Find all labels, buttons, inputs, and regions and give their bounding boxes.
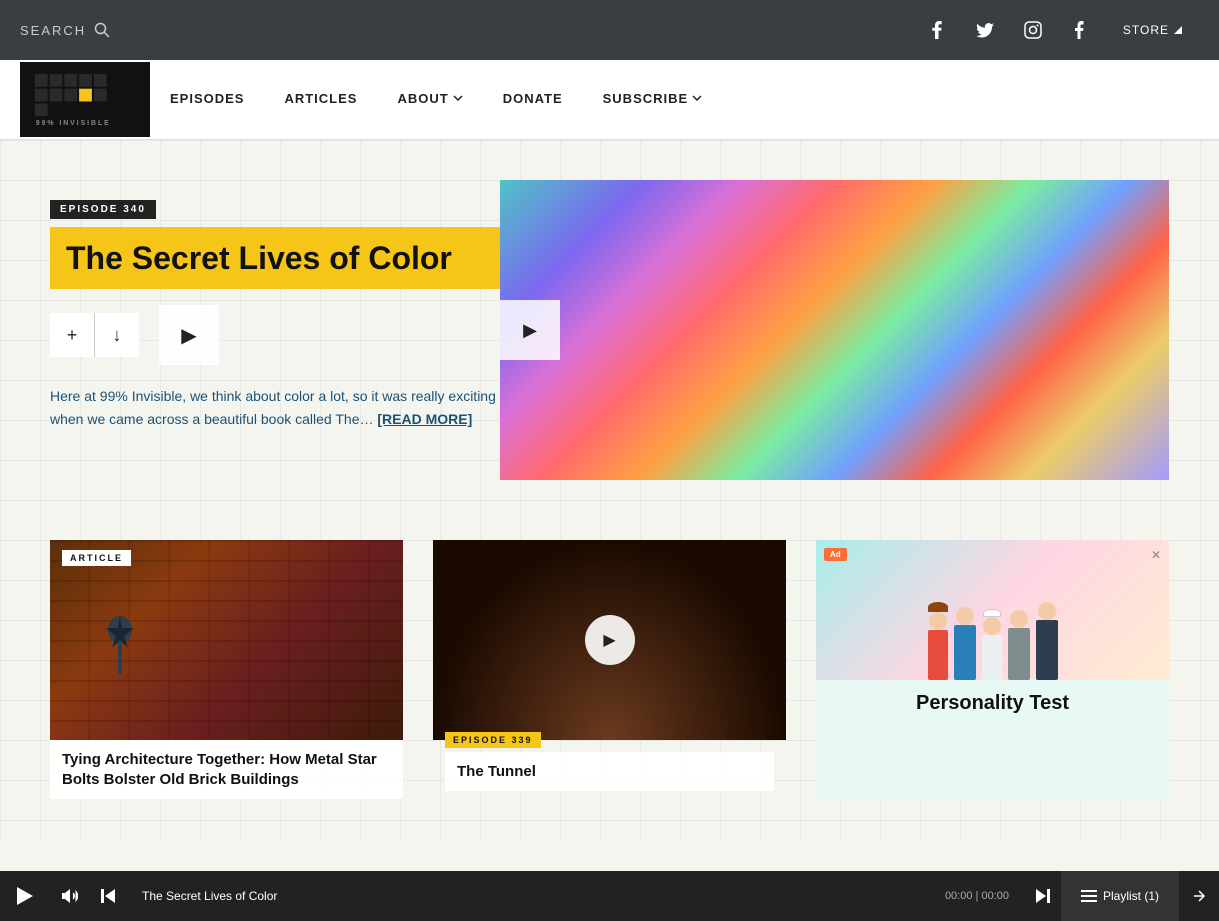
store-button[interactable]: STORE xyxy=(1107,15,1199,45)
hero-play-button[interactable]: ▶ xyxy=(159,305,219,365)
hero-image xyxy=(500,180,1169,480)
cards-section: ARTICLE Tying Architecture Together: How… xyxy=(50,540,1169,799)
search-label: SEARCH xyxy=(20,23,86,38)
tumblr-icon[interactable] xyxy=(1059,8,1103,52)
twitter-icon[interactable] xyxy=(963,8,1007,52)
search-area[interactable]: SEARCH xyxy=(20,22,110,38)
facebook-icon[interactable] xyxy=(915,8,959,52)
hero-left: EPISODE 340 The Secret Lives of Color + … xyxy=(50,180,500,480)
episode-card[interactable]: ▶ EPISODE 339 The Tunnel xyxy=(433,540,786,799)
player-next-button[interactable] xyxy=(1025,871,1061,921)
main-content: EPISODE 340 The Secret Lives of Color + … xyxy=(0,140,1219,839)
player-volume-button[interactable] xyxy=(50,871,90,921)
article-card[interactable]: ARTICLE Tying Architecture Together: How… xyxy=(50,540,403,799)
download-button[interactable]: ↓ xyxy=(95,313,139,357)
article-card-title-box: Tying Architecture Together: How Metal S… xyxy=(50,740,403,799)
svg-text:99% INVISIBLE: 99% INVISIBLE xyxy=(36,120,111,127)
ad-title: Personality Test xyxy=(916,692,1069,715)
nav-bar: 99% INVISIBLE EPISODES ARTICLES ABOUT DO… xyxy=(0,60,1219,140)
player-playlist-button[interactable]: Playlist (1) xyxy=(1061,871,1179,921)
star-bolt-icon xyxy=(90,600,150,680)
hero-image-area: ▶ xyxy=(500,180,1169,480)
nav-donate[interactable]: DONATE xyxy=(483,81,583,119)
player-time: 00:00 | 00:00 xyxy=(929,890,1025,902)
player-bar: The Secret Lives of Color 00:00 | 00:00 … xyxy=(0,871,1219,921)
nav-subscribe[interactable]: SUBSCRIBE xyxy=(583,81,723,119)
chevron-down-icon xyxy=(453,95,463,101)
player-play-button[interactable] xyxy=(0,871,50,921)
episode-play-button[interactable]: ▶ xyxy=(585,615,635,665)
ad-badge: Ad xyxy=(824,548,847,561)
hero-title: The Secret Lives of Color xyxy=(66,239,484,277)
player-expand-button[interactable] xyxy=(1179,871,1219,921)
search-icon xyxy=(94,22,110,38)
instagram-icon[interactable] xyxy=(1011,8,1055,52)
episode-card-image: ▶ xyxy=(433,540,786,740)
episode-card-labels: EPISODE 339 The Tunnel xyxy=(433,722,786,800)
hero-image-play-button[interactable]: ▶ xyxy=(500,300,560,360)
episode-number-badge: EPISODE 339 xyxy=(445,732,541,748)
episode-badge: EPISODE 340 xyxy=(50,200,156,219)
ad-close-icon[interactable]: ✕ xyxy=(1151,548,1161,562)
ad-card: Ad ✕ xyxy=(816,540,1169,799)
nav-episodes[interactable]: EPISODES xyxy=(150,81,264,119)
chevron-down-icon-2 xyxy=(692,95,702,101)
read-more-link[interactable]: [READ MORE] xyxy=(377,411,472,427)
player-prev-button[interactable] xyxy=(90,871,126,921)
top-bar: SEARCH STORE xyxy=(0,0,1219,60)
ad-image-area: Ad ✕ xyxy=(816,540,1169,680)
hero-section: EPISODE 340 The Secret Lives of Color + … xyxy=(50,180,1169,480)
article-card-title: Tying Architecture Together: How Metal S… xyxy=(62,750,391,789)
main-nav: EPISODES ARTICLES ABOUT DONATE SUBSCRIBE xyxy=(150,81,1199,119)
hero-title-box: The Secret Lives of Color xyxy=(50,227,500,289)
player-track-title: The Secret Lives of Color xyxy=(126,889,929,903)
episode-card-title: The Tunnel xyxy=(457,762,762,782)
ad-content: Personality Test xyxy=(904,680,1081,733)
social-links: STORE xyxy=(915,8,1199,52)
nav-articles[interactable]: ARTICLES xyxy=(264,81,377,119)
add-to-playlist-button[interactable]: + xyxy=(50,313,94,357)
hero-description: Here at 99% Invisible, we think about co… xyxy=(50,385,500,430)
article-type-badge: ARTICLE xyxy=(62,550,131,566)
nav-about[interactable]: ABOUT xyxy=(377,81,482,119)
article-badge-area: ARTICLE xyxy=(50,540,403,580)
episode-card-title-box: The Tunnel xyxy=(445,752,774,792)
hero-actions: + ↓ ▶ xyxy=(50,305,500,365)
site-logo[interactable]: 99% INVISIBLE xyxy=(20,62,150,137)
